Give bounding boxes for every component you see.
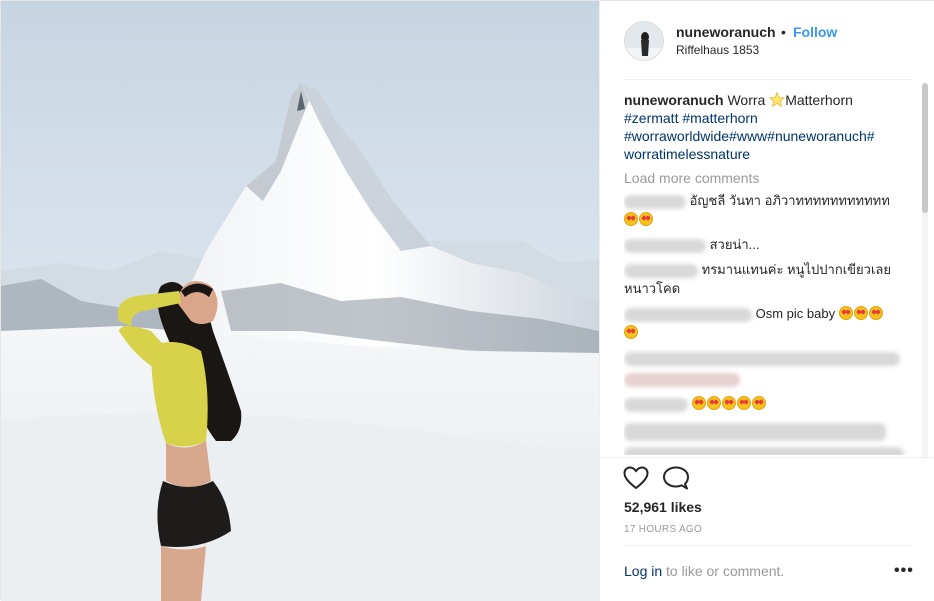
header-separator: •	[781, 24, 786, 40]
redacted-username[interactable]	[624, 307, 752, 322]
comments-list: nuneworanuch Worra Matterhorn #zermatt #…	[624, 91, 922, 455]
caption: nuneworanuch Worra Matterhorn #zermatt #…	[624, 91, 922, 163]
login-prompt-text: to like or comment.	[662, 563, 785, 579]
comment-text: Osm pic baby	[755, 306, 836, 321]
comment-text: ทรมานแทนค่ะ หนูไปปากเขียวเลย	[701, 262, 892, 277]
divider	[600, 457, 934, 458]
comment-text: อัญชลี วันทา อภิวาททททททททททท	[689, 193, 890, 208]
likes-count[interactable]: 52,961 likes	[624, 499, 702, 515]
comment-item-redacted	[624, 445, 922, 455]
heart-icon	[623, 466, 649, 490]
comment-item: สวยน่า...	[624, 235, 922, 254]
comment-icon	[663, 466, 689, 490]
comment-item-redacted	[624, 348, 922, 367]
heart-eyes-emoji-icon	[751, 396, 766, 410]
post-photo[interactable]	[1, 1, 599, 601]
divider	[624, 79, 912, 80]
redacted-username[interactable]	[624, 263, 698, 278]
avatar-image	[625, 22, 663, 60]
like-button[interactable]	[623, 466, 649, 490]
hashtag-line[interactable]: #worraworldwide#www#nuneworanuch#	[624, 127, 922, 145]
redacted-comment	[624, 351, 900, 366]
comment-item: Osm pic baby	[624, 304, 922, 342]
comment-button[interactable]	[663, 466, 689, 490]
comments-scrollbar[interactable]	[921, 83, 929, 459]
comment-item: อัญชลี วันทา อภิวาททททททททททท	[624, 191, 922, 229]
heart-eyes-emoji-icon	[624, 212, 638, 226]
redacted-username[interactable]	[624, 397, 688, 412]
heart-eyes-emoji-icon	[691, 396, 706, 410]
follow-button[interactable]: Follow	[793, 24, 837, 40]
kiss-emoji-icon	[624, 325, 638, 339]
instagram-post: nuneworanuch • Follow Riffelhaus 1853 nu…	[0, 0, 934, 601]
location-link[interactable]: Riffelhaus 1853	[676, 43, 759, 57]
redacted-comment	[624, 422, 886, 441]
caption-text-before: Worra	[727, 92, 770, 108]
redacted-username[interactable]	[624, 238, 706, 253]
scrollbar-thumb[interactable]	[922, 83, 928, 213]
login-link[interactable]: Log in	[624, 563, 662, 579]
redacted-comment	[624, 372, 740, 387]
redacted-username[interactable]	[624, 194, 686, 209]
comment-item	[624, 394, 922, 413]
post-timestamp[interactable]: 17 HOURS AGO	[624, 524, 702, 535]
post-sidebar: nuneworanuch • Follow Riffelhaus 1853 nu…	[599, 1, 934, 601]
comment-item: ทรมานแทนค่ะ หนูไปปากเขียวเลย หนาวโคด	[624, 260, 922, 298]
heart-eyes-emoji-icon	[639, 212, 653, 226]
load-more-comments-button[interactable]: Load more comments	[624, 169, 922, 187]
heart-eyes-emoji-icon	[736, 396, 751, 410]
login-prompt: Log in to like or comment.	[624, 563, 784, 579]
heart-eyes-emoji-icon	[721, 396, 736, 410]
heart-eyes-emoji-icon	[853, 306, 868, 320]
comment-text: สวยน่า...	[709, 237, 760, 252]
redacted-comment	[624, 447, 904, 455]
heart-eyes-emoji-icon	[838, 306, 853, 320]
comment-text-continued: หนาวโคด	[624, 281, 681, 296]
comment-item-redacted	[624, 421, 922, 441]
caption-username[interactable]: nuneworanuch	[624, 92, 724, 108]
star-icon	[769, 91, 786, 108]
post-header: nuneworanuch • Follow Riffelhaus 1853	[600, 1, 934, 79]
heart-eyes-emoji-icon	[868, 306, 883, 320]
caption-text-after: Matterhorn	[785, 92, 853, 108]
hashtag-line[interactable]: worratimelessnature	[624, 145, 922, 163]
avatar[interactable]	[624, 21, 664, 61]
heart-eyes-emoji-icon	[706, 396, 721, 410]
matterhorn-photo-graphic	[1, 1, 599, 601]
comment-item-redacted	[624, 369, 922, 388]
divider	[624, 545, 912, 546]
header-username[interactable]: nuneworanuch	[676, 24, 776, 40]
more-options-icon[interactable]: •••	[894, 562, 914, 580]
hashtag-line[interactable]: #zermatt #matterhorn	[624, 109, 922, 127]
